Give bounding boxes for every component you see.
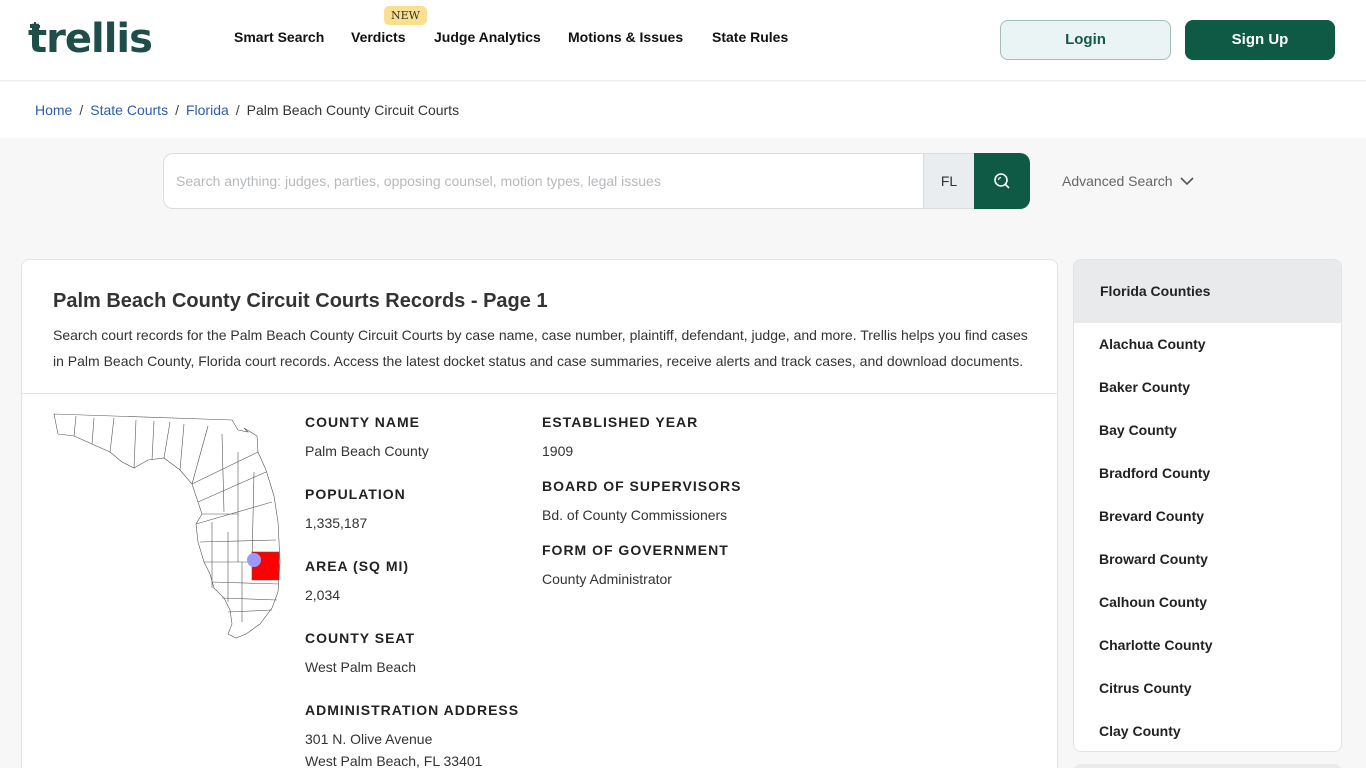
county-link[interactable]: Bay County xyxy=(1099,422,1177,438)
nav-smart-search[interactable]: Smart Search xyxy=(234,29,324,45)
login-button[interactable]: Login xyxy=(1000,20,1171,60)
county-records-card: Palm Beach County Circuit Courts Records… xyxy=(21,259,1058,768)
county-link[interactable]: Baker County xyxy=(1099,379,1190,395)
area-value: 2,034 xyxy=(305,587,341,603)
top-header: trellis Smart Search NEW Verdicts Judge … xyxy=(0,0,1366,81)
breadcrumb-home[interactable]: Home xyxy=(35,102,72,118)
county-name-value: Palm Beach County xyxy=(305,443,429,459)
county-seat-label: County Seat xyxy=(305,630,416,646)
divider xyxy=(22,393,1057,394)
county-link[interactable]: Citrus County xyxy=(1099,680,1192,696)
breadcrumb-separator: / xyxy=(79,102,84,118)
county-link[interactable]: Calhoun County xyxy=(1099,594,1207,610)
breadcrumb-separator: / xyxy=(175,102,179,118)
nav-motions-issues[interactable]: Motions & Issues xyxy=(568,29,683,45)
population-label: Population xyxy=(305,486,406,502)
breadcrumb-state-courts[interactable]: State Courts xyxy=(90,102,168,118)
trellis-logo[interactable]: trellis xyxy=(28,16,153,62)
sidebar-title: Florida Counties xyxy=(1074,260,1341,323)
florida-county-map xyxy=(53,413,281,639)
search-button[interactable] xyxy=(974,153,1030,209)
area-label: Area (sq mi) xyxy=(305,558,410,574)
board-value: Bd. of County Commissioners xyxy=(542,507,728,523)
nav-state-rules[interactable]: State Rules xyxy=(712,29,788,45)
search-icon xyxy=(994,173,1010,189)
breadcrumb-florida[interactable]: Florida xyxy=(186,102,229,118)
established-year-value: 1909 xyxy=(542,443,574,459)
nav-judge-analytics[interactable]: Judge Analytics xyxy=(434,29,541,45)
county-link[interactable]: Alachua County xyxy=(1099,336,1206,352)
breadcrumb-current: Palm Beach County Circuit Courts xyxy=(246,102,460,118)
county-seat-value: West Palm Beach xyxy=(305,659,417,675)
new-badge: NEW xyxy=(384,6,427,25)
established-year-label: Established Year xyxy=(542,414,699,430)
next-panel-edge xyxy=(1073,764,1342,768)
government-label: Form of Government xyxy=(542,542,729,558)
population-value: 1,335,187 xyxy=(305,515,368,531)
admin-address-line2: West Palm Beach, FL 33401 xyxy=(305,753,483,768)
advanced-search-label: Advanced Search xyxy=(1062,173,1173,189)
page-title: Palm Beach County Circuit Courts Records… xyxy=(53,290,548,312)
county-link[interactable]: Charlotte County xyxy=(1099,637,1213,653)
page-description: Search court records for the Palm Beach … xyxy=(53,327,1028,369)
breadcrumb-separator: / xyxy=(235,102,240,118)
government-value: County Administrator xyxy=(542,571,672,587)
county-link[interactable]: Broward County xyxy=(1099,551,1208,567)
board-label: Board of Supervisors xyxy=(542,478,742,494)
county-link[interactable]: Brevard County xyxy=(1099,508,1204,524)
advanced-search-toggle[interactable]: Advanced Search xyxy=(1062,173,1194,189)
chevron-down-icon xyxy=(1180,177,1194,186)
county-link[interactable]: Clay County xyxy=(1099,723,1181,739)
search-input[interactable] xyxy=(164,154,922,208)
logo-bars-icon xyxy=(30,22,44,28)
admin-address-line1: 301 N. Olive Avenue xyxy=(305,731,433,747)
search-bar: FL xyxy=(163,153,1030,209)
signup-button[interactable]: Sign Up xyxy=(1185,20,1335,60)
admin-address-label: Administration Address xyxy=(305,702,520,718)
breadcrumb: Home / State Courts / Florida / Palm Beach Cou… xyxy=(0,82,1366,138)
state-selector[interactable]: FL xyxy=(923,154,974,208)
nav-verdicts[interactable]: Verdicts xyxy=(351,29,405,45)
county-link[interactable]: Bradford County xyxy=(1099,465,1210,481)
county-name-label: County Name xyxy=(305,414,420,430)
florida-counties-panel: Florida Counties Alachua County Baker Co… xyxy=(1073,259,1342,752)
